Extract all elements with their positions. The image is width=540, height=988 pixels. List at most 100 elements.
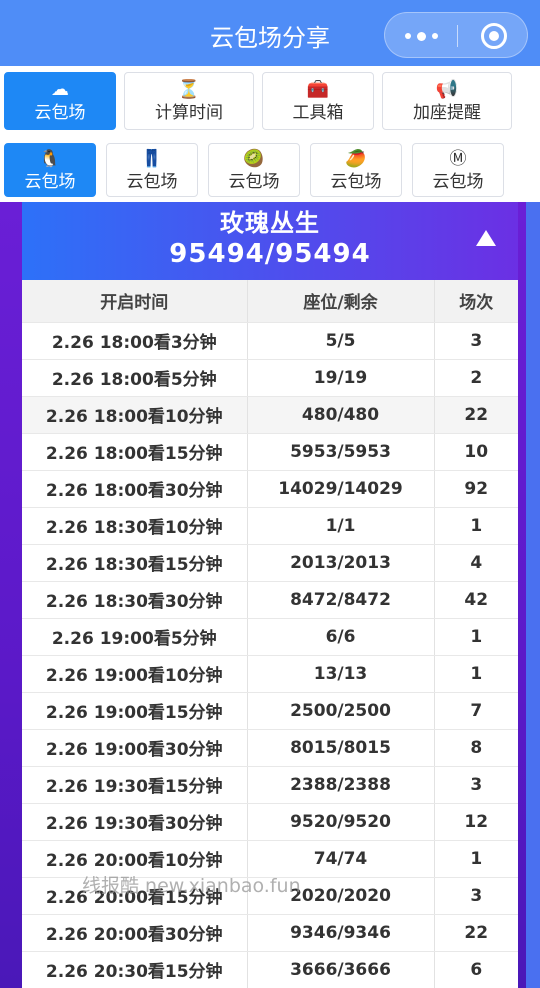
table-row: 2.26 18:00看3分钟 5/5 3 bbox=[22, 322, 518, 360]
subtab-label: 云包场 bbox=[228, 172, 280, 192]
cell-session-count: 1 bbox=[433, 618, 518, 656]
tab-toolbox[interactable]: 🧰 工具箱 bbox=[262, 72, 374, 130]
cell-seats-remaining: 2500/2500 bbox=[246, 692, 434, 730]
cell-session-count: 3 bbox=[433, 322, 518, 360]
cell-seats-remaining: 6/6 bbox=[246, 618, 434, 656]
kiwi-icon: 🥝 bbox=[243, 149, 265, 169]
cell-session-count: 7 bbox=[433, 692, 518, 730]
cell-seats-remaining: 9520/9520 bbox=[246, 803, 434, 841]
cell-session-count: 92 bbox=[433, 470, 518, 508]
cell-start-time: 2.26 19:00看15分钟 bbox=[22, 692, 247, 730]
movie-seat-total: 95494/95494 bbox=[169, 239, 371, 269]
tab-calculate-time[interactable]: ⏳ 计算时间 bbox=[124, 72, 254, 130]
cell-session-count: 22 bbox=[433, 914, 518, 952]
secondary-tab-bar: 🐧 云包场 👖 云包场 🥝 云包场 🥭 云包场 Ⓜ 云包场 bbox=[0, 134, 540, 202]
penguin-icon: 🐧 bbox=[39, 149, 61, 169]
cell-session-count: 1 bbox=[433, 840, 518, 878]
table-row: 2.26 18:00看5分钟 19/19 2 bbox=[22, 359, 518, 397]
triangle-up-icon[interactable] bbox=[476, 230, 496, 246]
cell-session-count: 4 bbox=[433, 544, 518, 582]
cell-start-time: 2.26 18:00看15分钟 bbox=[22, 433, 247, 471]
cloud-icon: ☁ bbox=[51, 79, 69, 100]
cell-seats-remaining: 8472/8472 bbox=[246, 581, 434, 619]
cell-seats-remaining: 9346/9346 bbox=[246, 914, 434, 952]
capsule-divider bbox=[457, 25, 458, 47]
cell-session-count: 42 bbox=[433, 581, 518, 619]
movie-title: 玫瑰丛生 bbox=[220, 209, 320, 237]
cell-start-time: 2.26 18:30看30分钟 bbox=[22, 581, 247, 619]
primary-tab-bar: ☁ 云包场 ⏳ 计算时间 🧰 工具箱 📢 加座提醒 bbox=[0, 66, 540, 134]
cell-session-count: 1 bbox=[433, 655, 518, 693]
cell-session-count: 2 bbox=[433, 359, 518, 397]
megaphone-icon: 📢 bbox=[435, 79, 459, 100]
cell-session-count: 1 bbox=[433, 507, 518, 545]
metro-icon: Ⓜ bbox=[449, 149, 467, 169]
cell-session-count: 6 bbox=[433, 951, 518, 988]
toolbox-icon: 🧰 bbox=[306, 79, 330, 100]
cell-seats-remaining: 2388/2388 bbox=[246, 766, 434, 804]
cell-start-time: 2.26 19:00看10分钟 bbox=[22, 655, 247, 693]
tab-label: 云包场 bbox=[34, 103, 86, 123]
cell-seats-remaining: 19/19 bbox=[246, 359, 434, 397]
tab-label: 加座提醒 bbox=[413, 103, 481, 123]
table-row: 2.26 19:00看5分钟 6/6 1 bbox=[22, 618, 518, 656]
cell-seats-remaining: 480/480 bbox=[246, 396, 434, 434]
table-row: 2.26 18:30看10分钟 1/1 1 bbox=[22, 507, 518, 545]
subtab-penguin[interactable]: 🐧 云包场 bbox=[4, 143, 96, 197]
cell-session-count: 12 bbox=[433, 803, 518, 841]
tab-seat-reminder[interactable]: 📢 加座提醒 bbox=[382, 72, 512, 130]
hourglass-icon: ⏳ bbox=[177, 79, 201, 100]
cell-seats-remaining: 5953/5953 bbox=[246, 433, 434, 471]
right-edge-stripe bbox=[526, 202, 540, 988]
cell-start-time: 2.26 20:00看30分钟 bbox=[22, 914, 247, 952]
cell-session-count: 3 bbox=[433, 766, 518, 804]
subtab-label: 云包场 bbox=[432, 172, 484, 192]
cell-start-time: 2.26 19:00看30分钟 bbox=[22, 729, 247, 767]
subtab-label: 云包场 bbox=[126, 172, 178, 192]
table-row: 2.26 18:30看15分钟 2013/2013 4 bbox=[22, 544, 518, 582]
subtab-label: 云包场 bbox=[330, 172, 382, 192]
subtab-mango[interactable]: 🥭 云包场 bbox=[310, 143, 402, 197]
subtab-jeans[interactable]: 👖 云包场 bbox=[106, 143, 198, 197]
cell-start-time: 2.26 18:00看10分钟 bbox=[22, 396, 247, 434]
table-row: 2.26 18:00看15分钟 5953/5953 10 bbox=[22, 433, 518, 471]
cell-seats-remaining: 8015/8015 bbox=[246, 729, 434, 767]
tab-cloud-booking[interactable]: ☁ 云包场 bbox=[4, 72, 116, 130]
cell-session-count: 3 bbox=[433, 877, 518, 915]
tab-label: 工具箱 bbox=[292, 103, 344, 123]
top-navigation-bar: 云包场分享 bbox=[0, 0, 540, 66]
table-row: 2.26 18:00看30分钟 14029/14029 92 bbox=[22, 470, 518, 508]
table-row: 2.26 20:30看15分钟 3666/3666 6 bbox=[22, 951, 518, 988]
table-row: 2.26 18:00看10分钟 480/480 22 bbox=[22, 396, 518, 434]
more-dots-icon[interactable] bbox=[385, 13, 457, 59]
target-close-icon[interactable] bbox=[481, 23, 507, 49]
tab-label: 计算时间 bbox=[155, 103, 223, 123]
table-row: 2.26 18:30看30分钟 8472/8472 42 bbox=[22, 581, 518, 619]
table-row: 2.26 19:00看15分钟 2500/2500 7 bbox=[22, 692, 518, 730]
cell-start-time: 2.26 19:30看15分钟 bbox=[22, 766, 247, 804]
cell-session-count: 8 bbox=[433, 729, 518, 767]
cell-start-time: 2.26 18:30看10分钟 bbox=[22, 507, 247, 545]
table-row: 2.26 19:00看10分钟 13/13 1 bbox=[22, 655, 518, 693]
movie-card-header[interactable]: 玫瑰丛生 95494/95494 bbox=[22, 202, 518, 280]
cell-start-time: 2.26 18:00看30分钟 bbox=[22, 470, 247, 508]
cell-start-time: 2.26 19:30看30分钟 bbox=[22, 803, 247, 841]
table-row: 2.26 19:30看15分钟 2388/2388 3 bbox=[22, 766, 518, 804]
subtab-metro[interactable]: Ⓜ 云包场 bbox=[412, 143, 504, 197]
mango-icon: 🥭 bbox=[345, 149, 367, 169]
cell-session-count: 10 bbox=[433, 433, 518, 471]
cell-seats-remaining: 1/1 bbox=[246, 507, 434, 545]
cell-session-count: 22 bbox=[433, 396, 518, 434]
mini-program-capsule bbox=[384, 12, 528, 58]
cell-seats-remaining: 14029/14029 bbox=[246, 470, 434, 508]
cell-seats-remaining: 3666/3666 bbox=[246, 951, 434, 988]
header-start-time: 开启时间 bbox=[22, 280, 247, 323]
cell-start-time: 2.26 18:00看5分钟 bbox=[22, 359, 247, 397]
cell-start-time: 2.26 18:00看3分钟 bbox=[22, 322, 247, 360]
subtab-kiwi[interactable]: 🥝 云包场 bbox=[208, 143, 300, 197]
table-header-row: 开启时间 座位/剩余 场次 bbox=[22, 280, 518, 323]
cell-seats-remaining: 2013/2013 bbox=[246, 544, 434, 582]
cell-start-time: 2.26 20:30看15分钟 bbox=[22, 951, 247, 988]
watermark-text: 线报酷 new.xianbao.fun bbox=[82, 875, 301, 897]
cell-seats-remaining: 13/13 bbox=[246, 655, 434, 693]
